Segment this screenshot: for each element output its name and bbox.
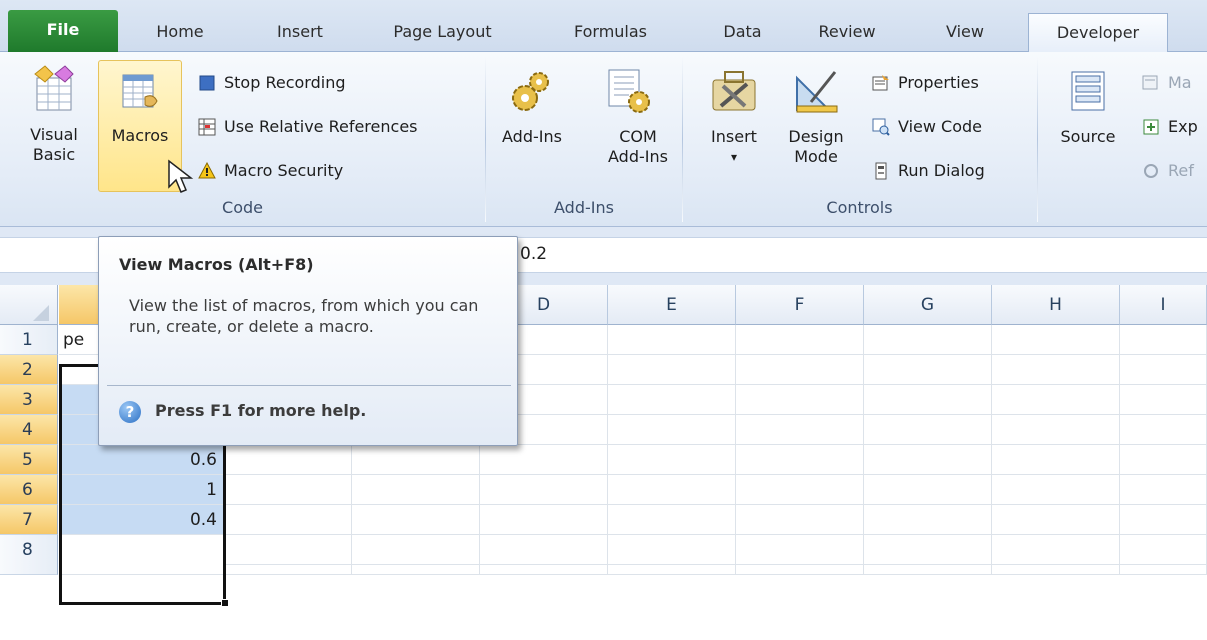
- column-f-cells[interactable]: [736, 325, 864, 575]
- tooltip-title: View Macros (Alt+F8): [119, 255, 314, 274]
- row-header-6[interactable]: 6: [0, 475, 58, 505]
- source-button[interactable]: Source: [1046, 60, 1130, 190]
- controls-group-label: Controls: [826, 198, 893, 217]
- xml-source-icon: [1071, 71, 1105, 111]
- warning-icon: [198, 162, 216, 179]
- tab-page-layout[interactable]: Page Layout: [375, 13, 510, 53]
- macro-security-label: Macro Security: [224, 161, 344, 180]
- tab-file[interactable]: File: [8, 10, 118, 52]
- com-add-ins-icon: [608, 69, 650, 113]
- tab-developer[interactable]: Developer: [1028, 13, 1168, 54]
- mouse-pointer-icon: [168, 159, 194, 193]
- column-h-cells[interactable]: [992, 325, 1120, 575]
- ribbon: Visual Basic Macros Stop Recording Use R…: [0, 52, 1207, 227]
- add-ins-button[interactable]: Add-Ins: [492, 60, 572, 190]
- refresh-data-label: Ref: [1168, 161, 1194, 180]
- macros-label: Macros: [111, 126, 169, 145]
- design-mode-icon: [796, 71, 838, 113]
- name-box[interactable]: [0, 238, 100, 272]
- tab-review[interactable]: Review: [807, 13, 887, 53]
- com-add-ins-button[interactable]: COM Add-Ins: [578, 60, 678, 190]
- formula-value[interactable]: 0.2: [520, 244, 547, 264]
- column-header-h[interactable]: H: [992, 285, 1120, 325]
- column-g-cells[interactable]: [864, 325, 992, 575]
- macros-icon: [122, 74, 158, 108]
- design-mode-label-line1: Design: [788, 127, 844, 146]
- row-header-7[interactable]: 7: [0, 505, 58, 535]
- column-header-f[interactable]: F: [736, 285, 864, 325]
- properties-label: Properties: [898, 73, 979, 92]
- column-header-e[interactable]: E: [608, 285, 736, 325]
- tooltip-body: View the list of macros, from which you …: [129, 296, 479, 336]
- map-properties-label: Ma: [1168, 73, 1192, 92]
- view-code-icon: [872, 118, 890, 136]
- add-ins-label: Add-Ins: [502, 127, 562, 146]
- column-i-cells[interactable]: [1120, 325, 1207, 575]
- source-label: Source: [1060, 127, 1116, 146]
- row-header-5[interactable]: 5: [0, 445, 58, 475]
- tab-home[interactable]: Home: [140, 13, 220, 53]
- column-header-i[interactable]: I: [1120, 285, 1207, 325]
- visual-basic-label-line1: Visual: [30, 125, 78, 144]
- code-group-label: Code: [222, 198, 263, 217]
- view-code-label: View Code: [898, 117, 983, 136]
- visual-basic-icon: [34, 65, 74, 111]
- tooltip-help-text: Press F1 for more help.: [155, 401, 367, 420]
- insert-control-button[interactable]: Insert ▾: [694, 60, 774, 190]
- run-dialog-label: Run Dialog: [898, 161, 985, 180]
- row-header-3[interactable]: 3: [0, 385, 58, 415]
- design-mode-button[interactable]: Design Mode: [776, 60, 856, 190]
- com-label-line1: COM: [619, 127, 657, 146]
- run-dialog-icon: [875, 162, 887, 180]
- add-ins-group-label: Add-Ins: [554, 198, 614, 217]
- dropdown-arrow-icon: ▾: [730, 150, 738, 164]
- insert-control-label: Insert: [711, 127, 757, 146]
- tooltip-divider: [107, 385, 511, 386]
- expansion-packs-icon: [1143, 119, 1159, 135]
- tab-view[interactable]: View: [935, 13, 995, 53]
- tab-insert[interactable]: Insert: [260, 13, 340, 53]
- com-label-line2: Add-Ins: [608, 147, 668, 166]
- ribbon-tab-strip: File Home Insert Page Layout Formulas Da…: [0, 0, 1207, 54]
- tab-formulas[interactable]: Formulas: [558, 13, 663, 53]
- relative-references-icon: [198, 118, 216, 136]
- visual-basic-label-line2: Basic: [32, 145, 76, 164]
- gears-icon: [512, 72, 549, 111]
- row-header-4[interactable]: 4: [0, 415, 58, 445]
- stop-square-icon: [199, 75, 215, 91]
- row-header-8[interactable]: 8: [0, 535, 58, 575]
- fill-handle[interactable]: [221, 599, 229, 607]
- refresh-icon: [1144, 164, 1158, 178]
- visual-basic-button[interactable]: Visual Basic: [12, 60, 96, 190]
- select-all-triangle-icon: [33, 305, 49, 321]
- row-header-1[interactable]: 1: [0, 325, 58, 355]
- column-e-cells[interactable]: [608, 325, 736, 575]
- stop-recording-label: Stop Recording: [224, 73, 346, 92]
- group-divider: [1037, 56, 1038, 222]
- column-header-g[interactable]: G: [864, 285, 992, 325]
- help-icon: ?: [119, 401, 141, 423]
- map-properties-icon: [1142, 75, 1158, 90]
- macros-tooltip: View Macros (Alt+F8) View the list of ma…: [98, 236, 518, 446]
- expansion-packs-label: Exp: [1168, 117, 1198, 136]
- use-relative-references-label: Use Relative References: [224, 117, 418, 136]
- properties-icon: [872, 75, 889, 91]
- row-header-2[interactable]: 2: [0, 355, 58, 385]
- select-all-corner[interactable]: [0, 285, 58, 325]
- tab-data[interactable]: Data: [715, 13, 770, 53]
- toolbox-icon: [712, 71, 756, 111]
- design-mode-label-line2: Mode: [794, 147, 838, 166]
